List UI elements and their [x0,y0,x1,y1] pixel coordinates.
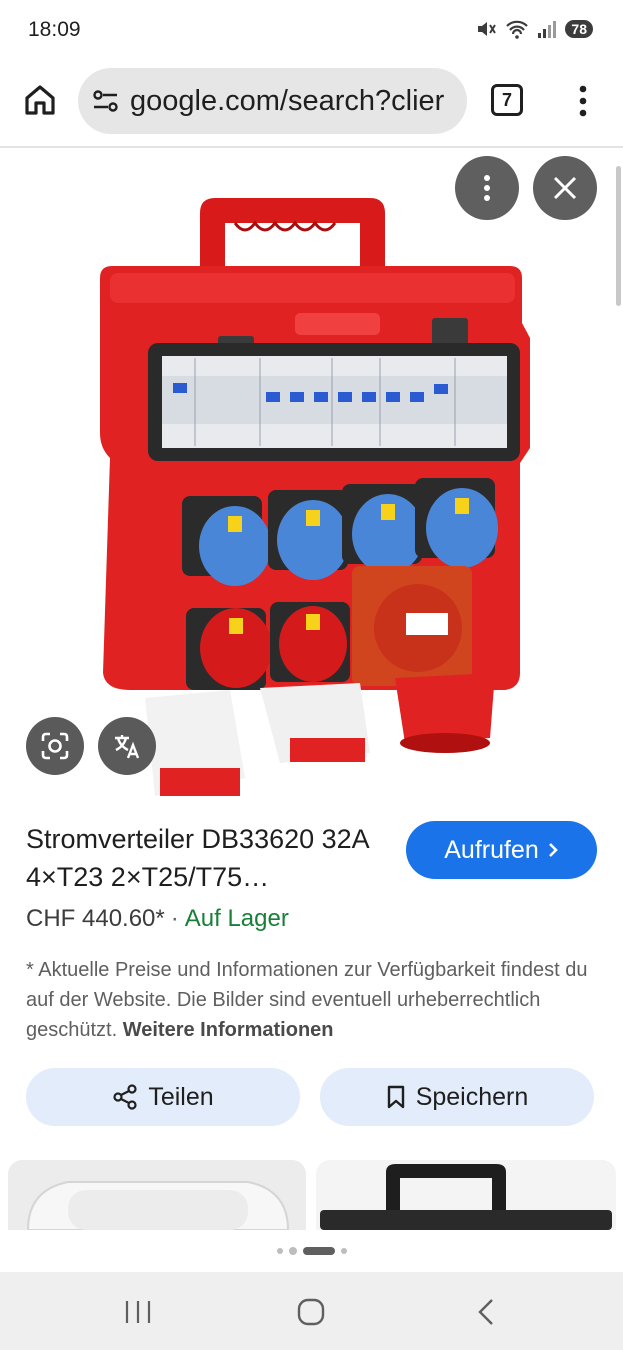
home-nav-icon[interactable] [296,1298,326,1326]
site-info-icon[interactable] [92,88,120,114]
more-vert-icon[interactable] [572,84,594,118]
bookmark-icon [387,1085,404,1109]
visit-button-label: Aufrufen [444,835,539,864]
pager-dot [276,1248,283,1254]
price-row: CHF 440.60* · Auf Lager [26,905,289,933]
close-button[interactable] [533,156,597,220]
translate-button[interactable] [98,717,156,775]
recent-apps-icon[interactable] [123,1298,153,1326]
related-image-2[interactable] [316,1160,616,1230]
carousel-pager [0,1243,623,1259]
share-icon [113,1084,137,1110]
disclaimer: * Aktuelle Preise und Informationen zur … [26,955,596,1045]
url-bar[interactable]: google.com/search?clier [78,68,467,134]
image-viewer[interactable] [0,148,623,813]
pager-dot [340,1248,347,1254]
more-info-link[interactable]: Weitere Informationen [123,1019,334,1041]
related-image-1[interactable] [8,1160,306,1230]
visit-button[interactable]: Aufrufen [406,821,597,879]
image-options-button[interactable] [455,156,519,220]
product-image[interactable] [70,178,550,808]
related-thumbnail-2 [320,1164,612,1230]
status-time: 18:09 [28,18,81,41]
separator: · [170,905,179,932]
status-bar: 18:09 78 [0,0,623,62]
share-button[interactable]: Teilen [26,1068,300,1126]
chevron-right-icon [548,843,558,857]
translate-icon [115,735,140,759]
battery-icon: 78 [565,20,593,38]
signal-icon [538,21,557,38]
url-text[interactable]: google.com/search?clier [130,85,450,118]
mute-icon [478,22,497,36]
lens-button[interactable] [26,717,84,775]
product-title[interactable]: Stromverteiler DB33620 32A 4×T23 2×T25/T… [26,820,386,896]
back-icon[interactable] [472,1298,502,1326]
system-nav-bar [0,1272,623,1350]
share-label: Teilen [148,1082,214,1111]
pager-dot-active [302,1247,335,1255]
browser-toolbar: google.com/search?clier 7 [0,62,623,146]
lens-icon [41,732,69,760]
scroll-indicator [616,166,621,306]
tab-switcher-button[interactable]: 7 [491,84,523,116]
stock-status: Auf Lager [184,905,289,932]
wifi-icon [506,20,529,39]
save-label: Speichern [415,1082,529,1111]
close-icon [553,176,577,200]
more-vert-icon [484,175,490,201]
status-icons: 78 [475,18,593,40]
save-button[interactable]: Speichern [320,1068,594,1126]
pager-dot [288,1247,297,1255]
price: CHF 440.60* [26,905,165,932]
home-icon[interactable] [22,82,58,118]
related-thumbnail-1 [26,1181,290,1230]
